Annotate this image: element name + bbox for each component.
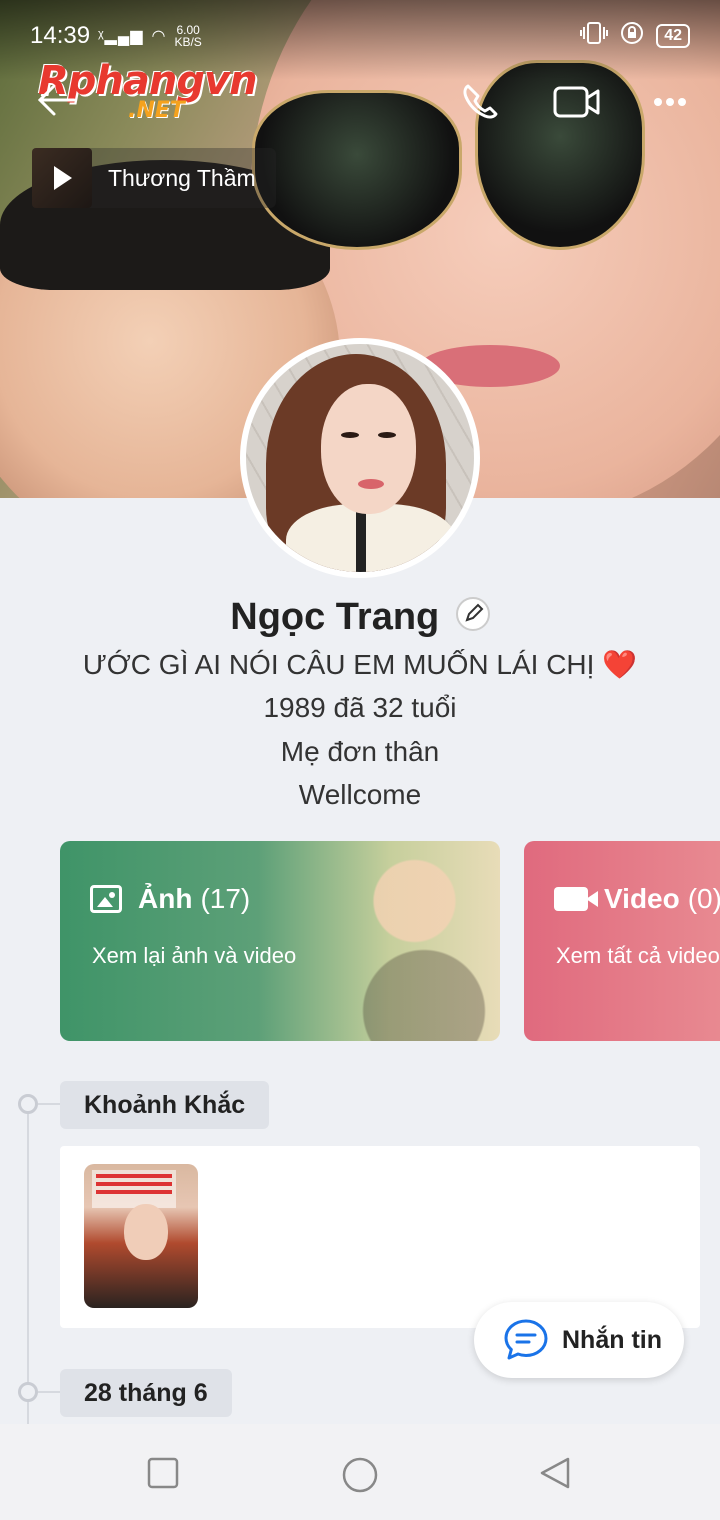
timeline-dot: [18, 1094, 38, 1114]
pencil-icon: [465, 603, 484, 622]
status-bar: 14:39 ᵡ▂▄▆ ◠ 6.00 KB/S 42: [30, 18, 690, 54]
video-icon: [554, 887, 598, 911]
photos-card-label: Ảnh: [138, 883, 193, 914]
music-thumbnail: [32, 148, 92, 208]
timeline-section-moments: Khoảnh Khắc: [60, 1081, 270, 1129]
call-button[interactable]: [458, 80, 506, 124]
net-speed: 6.00 KB/S: [174, 23, 202, 49]
system-nav-bar: [0, 1424, 720, 1520]
videos-card-subtitle: Xem tất cả video: [556, 943, 720, 968]
timeline-dot: [18, 1382, 38, 1402]
wifi-icon: ◠: [151, 28, 167, 45]
video-camera-icon: [553, 86, 600, 118]
videos-card-count: (0): [687, 883, 720, 914]
message-button[interactable]: Nhắn tin: [474, 1302, 684, 1378]
signal-icon: ᵡ▂▄▆: [98, 28, 144, 45]
image-icon: [90, 885, 122, 913]
profile-music[interactable]: Thương Thầm: [32, 148, 276, 208]
phone-icon: [463, 84, 498, 119]
arrow-left-icon: [37, 84, 76, 116]
photos-card[interactable]: Ảnh (17) Xem lại ảnh và video: [60, 841, 500, 1041]
back-button[interactable]: [34, 78, 78, 122]
play-icon: [54, 166, 72, 190]
back-nav-button[interactable]: [538, 1456, 572, 1490]
home-button[interactable]: [341, 1456, 378, 1493]
photos-card-subtitle: Xem lại ảnh và video: [92, 943, 297, 968]
videos-card[interactable]: Video (0) Xem tất cả video: [524, 841, 720, 1041]
videos-card-label: Video: [604, 883, 680, 914]
bio-line-1: ƯỚC GÌ AI NÓI CÂU EM MUỐN LÁI CHỊ ❤️: [82, 649, 638, 680]
moment-thumbnail[interactable]: [84, 1164, 198, 1308]
chat-bubble-icon: [504, 1319, 548, 1360]
more-horizontal-icon: [654, 98, 686, 106]
status-time: 14:39: [30, 22, 91, 49]
profile-name-row: Ngọc Trang: [0, 596, 720, 639]
bio-line-4: Wellcome: [298, 779, 422, 810]
rotation-lock-icon: [620, 21, 644, 51]
message-button-label: Nhắn tin: [562, 1325, 662, 1354]
circle-icon: [342, 1457, 378, 1493]
avatar[interactable]: [240, 338, 480, 578]
battery-indicator: 42: [656, 24, 690, 48]
video-call-button[interactable]: [552, 80, 600, 124]
timeline-section-date: 28 tháng 6: [60, 1369, 232, 1417]
triangle-back-icon: [540, 1457, 570, 1489]
music-title: Thương Thầm: [108, 164, 256, 191]
more-options-button[interactable]: [650, 80, 698, 124]
profile-name: Ngọc Trang: [230, 596, 440, 638]
bio-line-3: Mẹ đơn thân: [280, 736, 440, 767]
heart-icon: ❤️: [602, 649, 638, 680]
vibrate-icon: [580, 20, 609, 52]
bio-line-2: 1989 đã 32 tuổi: [263, 692, 457, 723]
recents-button[interactable]: [146, 1456, 180, 1490]
photos-card-count: (17): [200, 883, 251, 914]
moments-panel: [60, 1146, 700, 1328]
square-icon: [147, 1457, 179, 1489]
edit-name-button[interactable]: [455, 596, 490, 631]
